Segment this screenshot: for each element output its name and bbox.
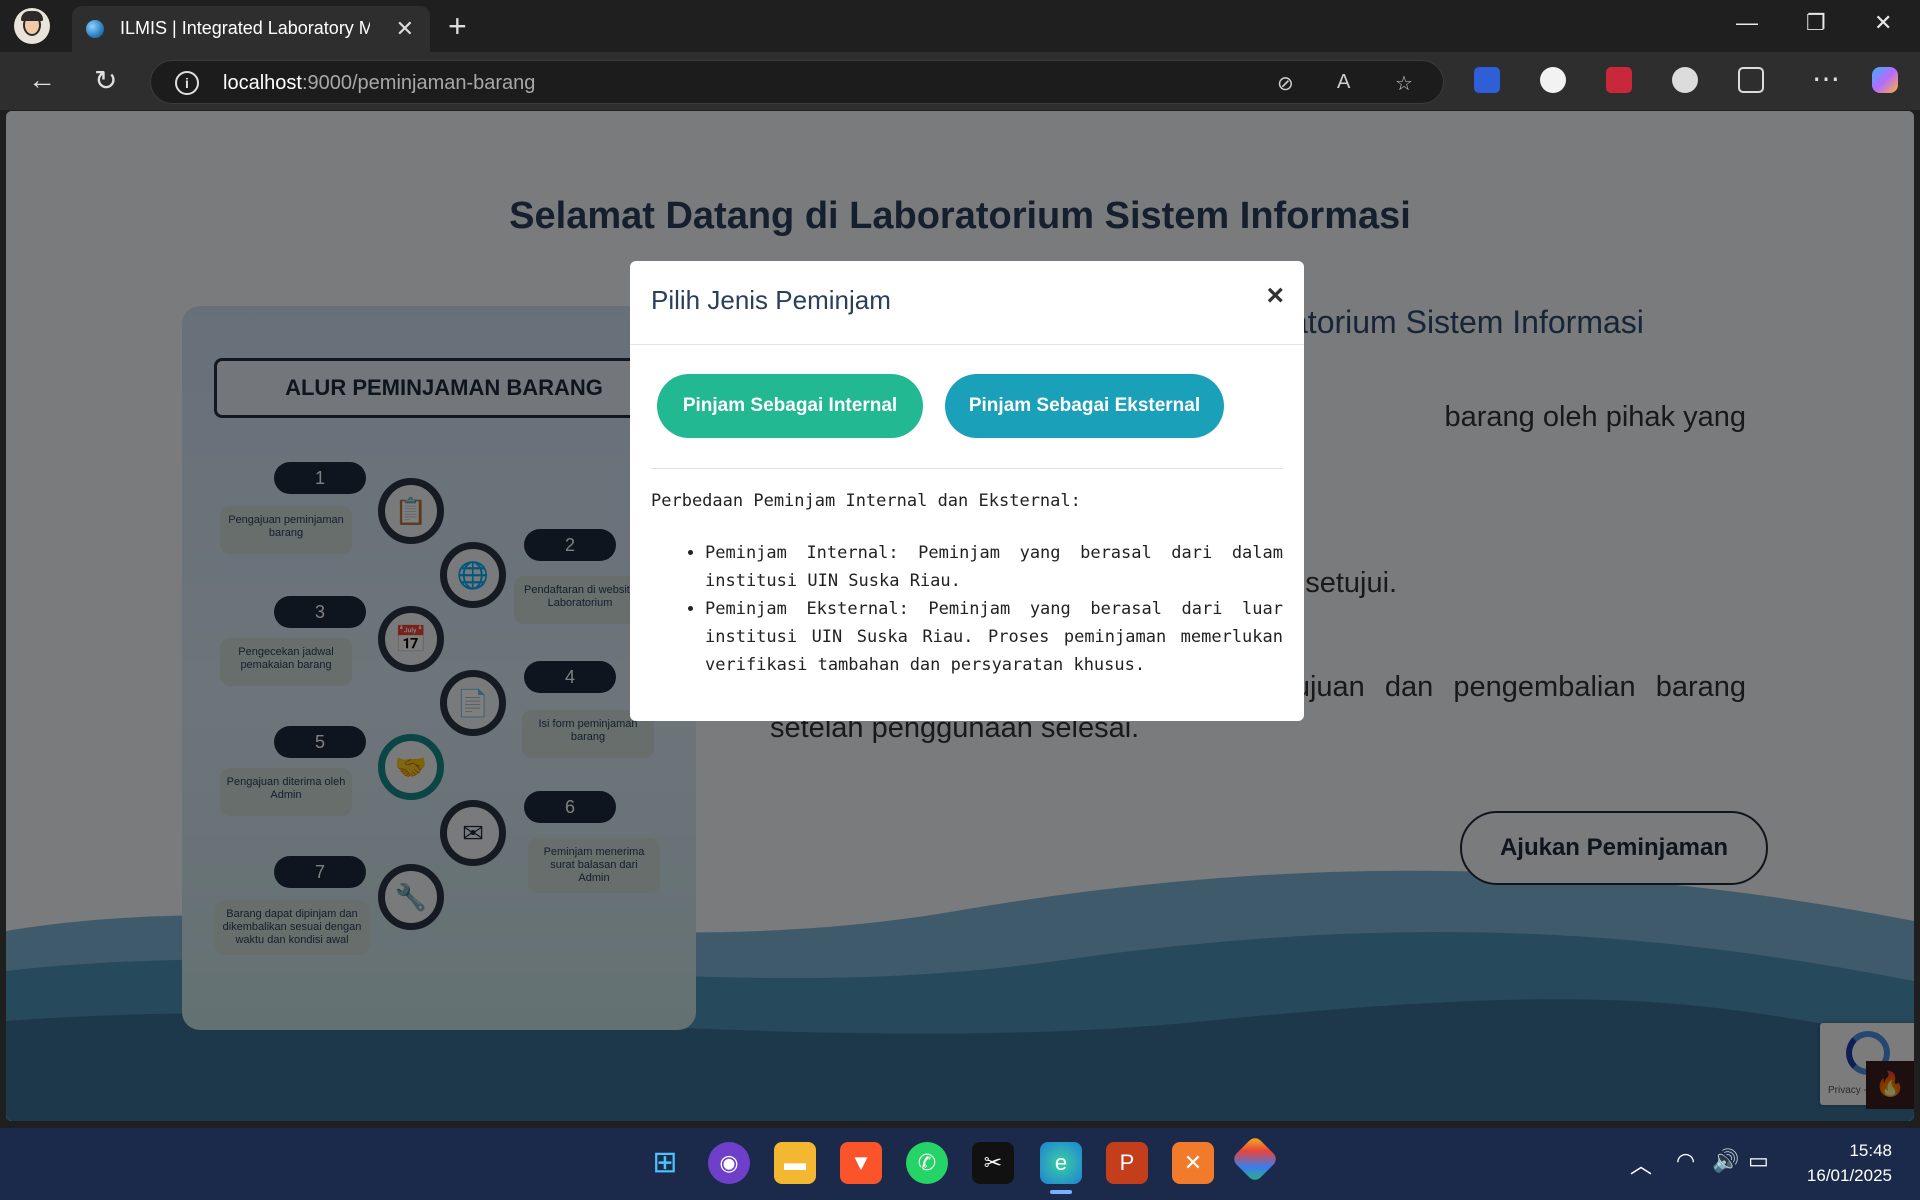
tab-close-icon[interactable]: ✕: [396, 16, 414, 42]
browser-tab[interactable]: ILMIS | Integrated Laboratory Mar ✕: [72, 6, 430, 52]
page-content: Selamat Datang di Laboratorium Sistem In…: [6, 111, 1914, 1121]
address-bar[interactable]: i localhost:9000/peminjaman-barang ⊘ A ☆: [150, 60, 1444, 104]
choose-borrower-modal: Pilih Jenis Peminjam × Pinjam Sebagai In…: [630, 261, 1304, 721]
tracking-prevention-icon[interactable]: ⊘: [1277, 71, 1294, 96]
pin-extension-icon[interactable]: [1606, 67, 1632, 93]
borrow-external-button[interactable]: Pinjam Sebagai Eksternal: [945, 374, 1224, 438]
refresh-icon[interactable]: ↻: [94, 64, 117, 97]
clock-date: 16/01/2025: [1806, 1166, 1892, 1185]
borrow-internal-button[interactable]: Pinjam Sebagai Internal: [657, 374, 923, 438]
restore-icon[interactable]: ❐: [1806, 10, 1826, 36]
url-path: :9000/peminjaman-barang: [301, 72, 536, 94]
brave-browser-icon[interactable]: ▼: [840, 1142, 882, 1184]
divider: [651, 468, 1283, 469]
minimize-icon[interactable]: —: [1736, 10, 1758, 36]
url-host: localhost: [223, 72, 302, 94]
url-text[interactable]: localhost:9000/peminjaman-barang: [223, 72, 535, 95]
grammarly-extension-icon[interactable]: [1540, 67, 1566, 93]
modal-title: Pilih Jenis Peminjam: [651, 285, 891, 315]
avatar-hair: [21, 11, 43, 21]
battery-icon[interactable]: ▭: [1748, 1148, 1769, 1174]
list-item: Peminjam Internal: Peminjam yang berasal…: [705, 539, 1283, 595]
github-desktop-icon[interactable]: ◉: [708, 1142, 750, 1184]
favorite-star-icon[interactable]: ☆: [1395, 71, 1413, 96]
edge-browser-icon[interactable]: e: [1040, 1142, 1082, 1184]
whatsapp-icon[interactable]: ✆: [906, 1142, 948, 1184]
modal-header: Pilih Jenis Peminjam ×: [630, 261, 1304, 345]
volume-icon[interactable]: 🔊: [1712, 1148, 1739, 1174]
back-icon[interactable]: ←: [28, 64, 56, 96]
show-hidden-icons-icon[interactable]: ︿: [1630, 1148, 1652, 1180]
tab-title: ILMIS | Integrated Laboratory Mar: [120, 18, 370, 38]
clock-time: 15:48: [1849, 1141, 1892, 1160]
info-icon[interactable]: i: [175, 71, 199, 95]
browser-toolbar: ← ↻ i localhost:9000/peminjaman-barang ⊘…: [0, 52, 1920, 110]
browser-tab-bar: ILMIS | Integrated Laboratory Mar ✕ + — …: [0, 0, 1920, 52]
difference-intro: Perbedaan Peminjam Internal dan Eksterna…: [651, 491, 1081, 511]
bitwarden-extension-icon[interactable]: [1474, 67, 1500, 93]
copilot-icon[interactable]: [1872, 67, 1898, 93]
xampp-icon[interactable]: ✕: [1172, 1142, 1214, 1184]
active-app-indicator: [1050, 1190, 1072, 1194]
favicon-icon: [86, 20, 104, 38]
git-tool-icon[interactable]: [1230, 1134, 1280, 1184]
modal-close-icon[interactable]: ×: [1266, 279, 1284, 313]
new-tab-icon[interactable]: +: [448, 8, 467, 45]
profile-avatar[interactable]: [14, 8, 50, 44]
read-aloud-icon[interactable]: A: [1337, 71, 1350, 94]
file-explorer-icon[interactable]: ▬: [774, 1142, 816, 1184]
list-item: Peminjam Eksternal: Peminjam yang berasa…: [705, 595, 1283, 679]
extensions-puzzle-icon[interactable]: [1738, 67, 1764, 93]
more-menu-icon[interactable]: ⋯: [1812, 62, 1840, 95]
system-clock[interactable]: 15:48 16/01/2025: [1807, 1138, 1892, 1188]
difference-list: Peminjam Internal: Peminjam yang berasal…: [651, 539, 1283, 679]
capcut-icon[interactable]: ✂: [972, 1142, 1014, 1184]
dark-mode-extension-icon[interactable]: [1672, 67, 1698, 93]
windows-start-icon[interactable]: ⊞: [644, 1142, 686, 1184]
wifi-icon[interactable]: ◠: [1676, 1148, 1695, 1174]
windows-taskbar: ⊞ ◉ ▬ ▼ ✆ ✂ e P ✕ ︿ ◠ 🔊 ▭ 15:48 16/01/20…: [0, 1128, 1920, 1200]
window-close-icon[interactable]: ✕: [1874, 10, 1892, 36]
powerpoint-icon[interactable]: P: [1106, 1142, 1148, 1184]
